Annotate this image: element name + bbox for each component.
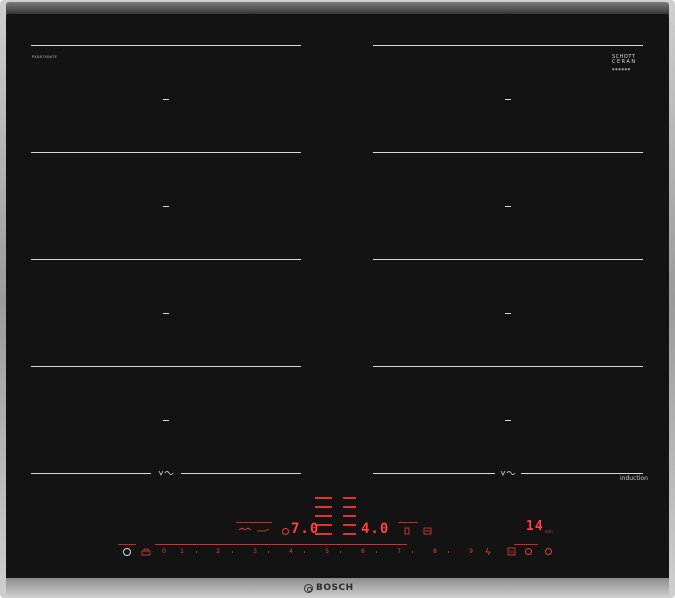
zone-line-right-3: [373, 259, 643, 260]
zone-line-right-2: [373, 152, 643, 153]
frying-sensor-icon[interactable]: [256, 527, 270, 533]
power-level-7[interactable]: 7: [394, 548, 404, 555]
power-level-0[interactable]: 0: [159, 548, 169, 555]
favourite-icon[interactable]: [545, 548, 552, 555]
zone-marker-left-3: [163, 313, 169, 314]
power-level-5[interactable]: 5: [322, 548, 332, 555]
brand-name: BOSCH: [316, 583, 354, 593]
move-function-icon[interactable]: [423, 527, 432, 535]
powerboost-icon[interactable]: [484, 547, 492, 556]
zone-line-right-1: [373, 45, 643, 46]
cooking-sensor-icon[interactable]: [507, 547, 516, 556]
keep-warm-icon[interactable]: [404, 527, 410, 535]
glass-brand: SCHOTT CERAN ●●●●●●: [612, 55, 637, 72]
scale-tick: [376, 551, 377, 553]
zone-select-left-3[interactable]: [315, 515, 332, 517]
zone-select-right-2[interactable]: [343, 506, 356, 508]
power-level-4[interactable]: 4: [286, 548, 296, 555]
function-underline-left: [236, 522, 272, 523]
timer-unit: min: [545, 529, 554, 534]
power-level-display-center: 4.0: [361, 521, 390, 537]
zone-line-left-5b: [181, 473, 301, 474]
sensor-icon[interactable]: [238, 527, 252, 533]
power-level-6[interactable]: 6: [358, 548, 368, 555]
zone-marker-right-4: [505, 420, 511, 421]
zone-select-right-4[interactable]: [343, 524, 356, 526]
flex-zone-icon-right: [500, 470, 516, 476]
zone-select-right-1[interactable]: [343, 497, 356, 499]
zone-line-right-5a: [373, 473, 495, 474]
power-level-display-left: 7.0: [291, 521, 320, 537]
zone-select-right-3[interactable]: [343, 515, 356, 517]
power-slider-track[interactable]: [155, 544, 407, 545]
power-level-8[interactable]: 8: [430, 548, 440, 555]
zone-marker-left-4: [163, 420, 169, 421]
scale-tick: [196, 551, 197, 553]
power-indicator-line: [118, 544, 136, 545]
zone-marker-left-1: [163, 99, 169, 100]
timer-indicator-line: [514, 544, 538, 545]
power-level-2[interactable]: 2: [213, 548, 223, 555]
zone-select-left-1[interactable]: [315, 497, 332, 499]
zone-line-left-5a: [31, 473, 151, 474]
zone-marker-right-1: [505, 99, 511, 100]
zone-select-right-5[interactable]: [343, 533, 356, 535]
zone-line-left-3: [31, 259, 301, 260]
zone-line-right-5b: [521, 473, 643, 474]
zone-line-left-4: [31, 366, 301, 367]
glass-brand-line2: CERAN: [612, 59, 637, 65]
scale-tick: [412, 551, 413, 553]
power-icon[interactable]: [123, 548, 131, 556]
function-underline-right: [398, 522, 418, 523]
zone-line-left-1: [31, 45, 301, 46]
timer-zone-icon[interactable]: [282, 528, 289, 535]
power-level-3[interactable]: 3: [250, 548, 260, 555]
zone-marker-right-3: [505, 313, 511, 314]
model-number: PXX875D67E: [32, 55, 57, 59]
glass-surface: [6, 14, 669, 581]
zone-line-left-2: [31, 152, 301, 153]
child-lock-icon[interactable]: [141, 548, 151, 556]
induction-label: induction: [620, 475, 648, 482]
scale-tick: [268, 551, 269, 553]
scale-tick: [232, 551, 233, 553]
brand-badge: BOSCH: [304, 582, 374, 594]
timer-icon[interactable]: [525, 548, 532, 555]
zone-marker-left-2: [163, 206, 169, 207]
zone-marker-right-2: [505, 206, 511, 207]
scale-tick: [448, 551, 449, 553]
flex-zone-icon-left: [158, 470, 174, 476]
bosch-logo-icon: [304, 583, 313, 593]
timer-display: 14: [526, 519, 544, 534]
scale-tick: [304, 551, 305, 553]
zone-select-left-2[interactable]: [315, 506, 332, 508]
power-level-9[interactable]: 9: [466, 548, 476, 555]
scale-tick: [340, 551, 341, 553]
power-level-1[interactable]: 1: [177, 548, 187, 555]
zone-line-right-4: [373, 366, 643, 367]
glass-brand-sub: ●●●●●●: [612, 67, 631, 71]
